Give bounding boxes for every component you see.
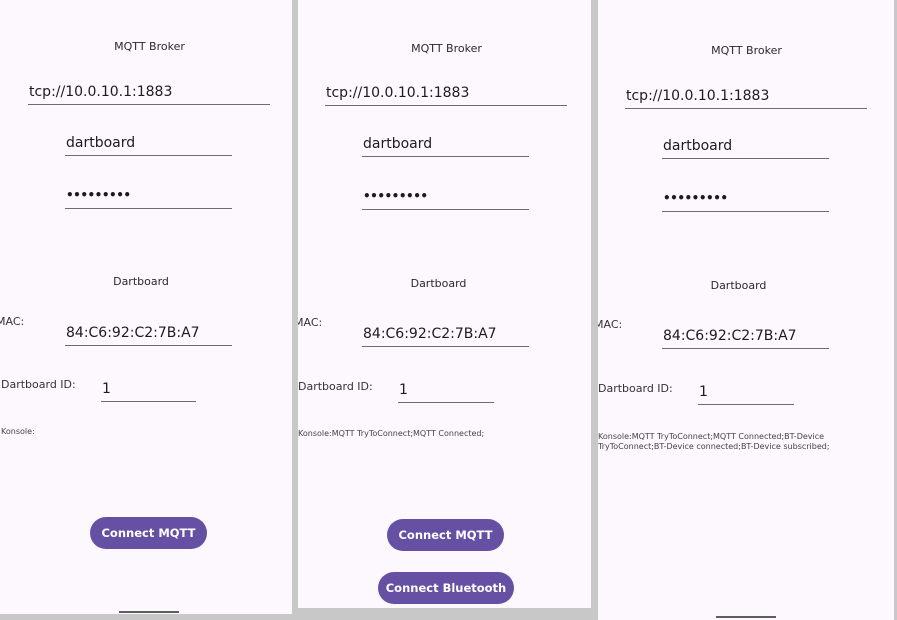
broker-url-value: tcp://10.0.10.1:1883 (626, 88, 770, 104)
dartboard-id-value: 1 (699, 384, 708, 400)
broker-url-input[interactable]: tcp://10.0.10.1:1883 (28, 84, 270, 105)
dartboard-id-value: 1 (102, 381, 111, 397)
app-screen-mqtt-connected: MQTT Broker tcp://10.0.10.1:1883 dartboa… (298, 0, 591, 608)
mac-label: MAC: (0, 315, 25, 328)
password-input[interactable]: ••••••••• (65, 188, 232, 209)
dartboard-id-input[interactable]: 1 (698, 384, 794, 405)
dartboard-id-label: Dartboard ID: (1, 378, 76, 391)
app-screen-initial: MQTT Broker tcp://10.0.10.1:1883 dartboa… (0, 0, 292, 614)
console-log: Konsole:MQTT TryToConnect;MQTT Connected… (298, 429, 485, 438)
mac-input[interactable]: 84:C6:92:C2:7B:A7 (362, 326, 529, 347)
dartboard-id-value: 1 (399, 382, 408, 398)
username-input[interactable]: dartboard (662, 138, 829, 159)
username-input[interactable]: dartboard (65, 135, 232, 156)
mac-label: MAC: (298, 316, 323, 329)
app-screen-bt-subscribed: MQTT Broker tcp://10.0.10.1:1883 dartboa… (598, 0, 894, 620)
dartboard-heading: Dartboard (710, 279, 767, 292)
connect-mqtt-button[interactable]: Connect MQTT (90, 517, 207, 549)
connect-mqtt-button[interactable]: Connect MQTT (387, 519, 504, 551)
mac-value: 84:C6:92:C2:7B:A7 (363, 326, 497, 342)
mac-input[interactable]: 84:C6:92:C2:7B:A7 (662, 328, 829, 349)
password-input[interactable]: ••••••••• (362, 189, 529, 210)
password-mask: ••••••••• (663, 191, 728, 205)
dartboard-id-input[interactable]: 1 (398, 382, 494, 403)
mqtt-broker-heading: MQTT Broker (114, 40, 185, 53)
password-mask: ••••••••• (66, 188, 131, 202)
broker-url-input[interactable]: tcp://10.0.10.1:1883 (625, 88, 867, 109)
username-input[interactable]: dartboard (362, 136, 529, 157)
mqtt-broker-heading: MQTT Broker (711, 44, 782, 57)
dartboard-id-label: Dartboard ID: (598, 382, 673, 395)
console-log: Konsole:MQTT TryToConnect;MQTT Connected… (598, 432, 830, 451)
mac-input[interactable]: 84:C6:92:C2:7B:A7 (65, 325, 232, 346)
dartboard-id-input[interactable]: 1 (101, 381, 196, 402)
nav-gesture-handle[interactable] (119, 611, 179, 613)
username-value: dartboard (663, 138, 733, 154)
dartboard-heading: Dartboard (113, 275, 169, 288)
console-log: Konsole: (1, 427, 35, 436)
mac-value: 84:C6:92:C2:7B:A7 (663, 328, 797, 344)
broker-url-value: tcp://10.0.10.1:1883 (326, 85, 470, 101)
username-value: dartboard (66, 135, 136, 151)
mac-label: MAC: (598, 318, 623, 331)
nav-gesture-handle[interactable] (716, 616, 776, 618)
broker-url-input[interactable]: tcp://10.0.10.1:1883 (325, 85, 567, 106)
mac-value: 84:C6:92:C2:7B:A7 (66, 325, 200, 341)
connect-bluetooth-button[interactable]: Connect Bluetooth (378, 572, 514, 604)
password-input[interactable]: ••••••••• (662, 191, 829, 212)
broker-url-value: tcp://10.0.10.1:1883 (29, 84, 173, 100)
dartboard-id-label: Dartboard ID: (298, 380, 373, 393)
username-value: dartboard (363, 136, 433, 152)
dartboard-heading: Dartboard (410, 277, 467, 290)
password-mask: ••••••••• (363, 189, 428, 203)
mqtt-broker-heading: MQTT Broker (411, 42, 482, 55)
